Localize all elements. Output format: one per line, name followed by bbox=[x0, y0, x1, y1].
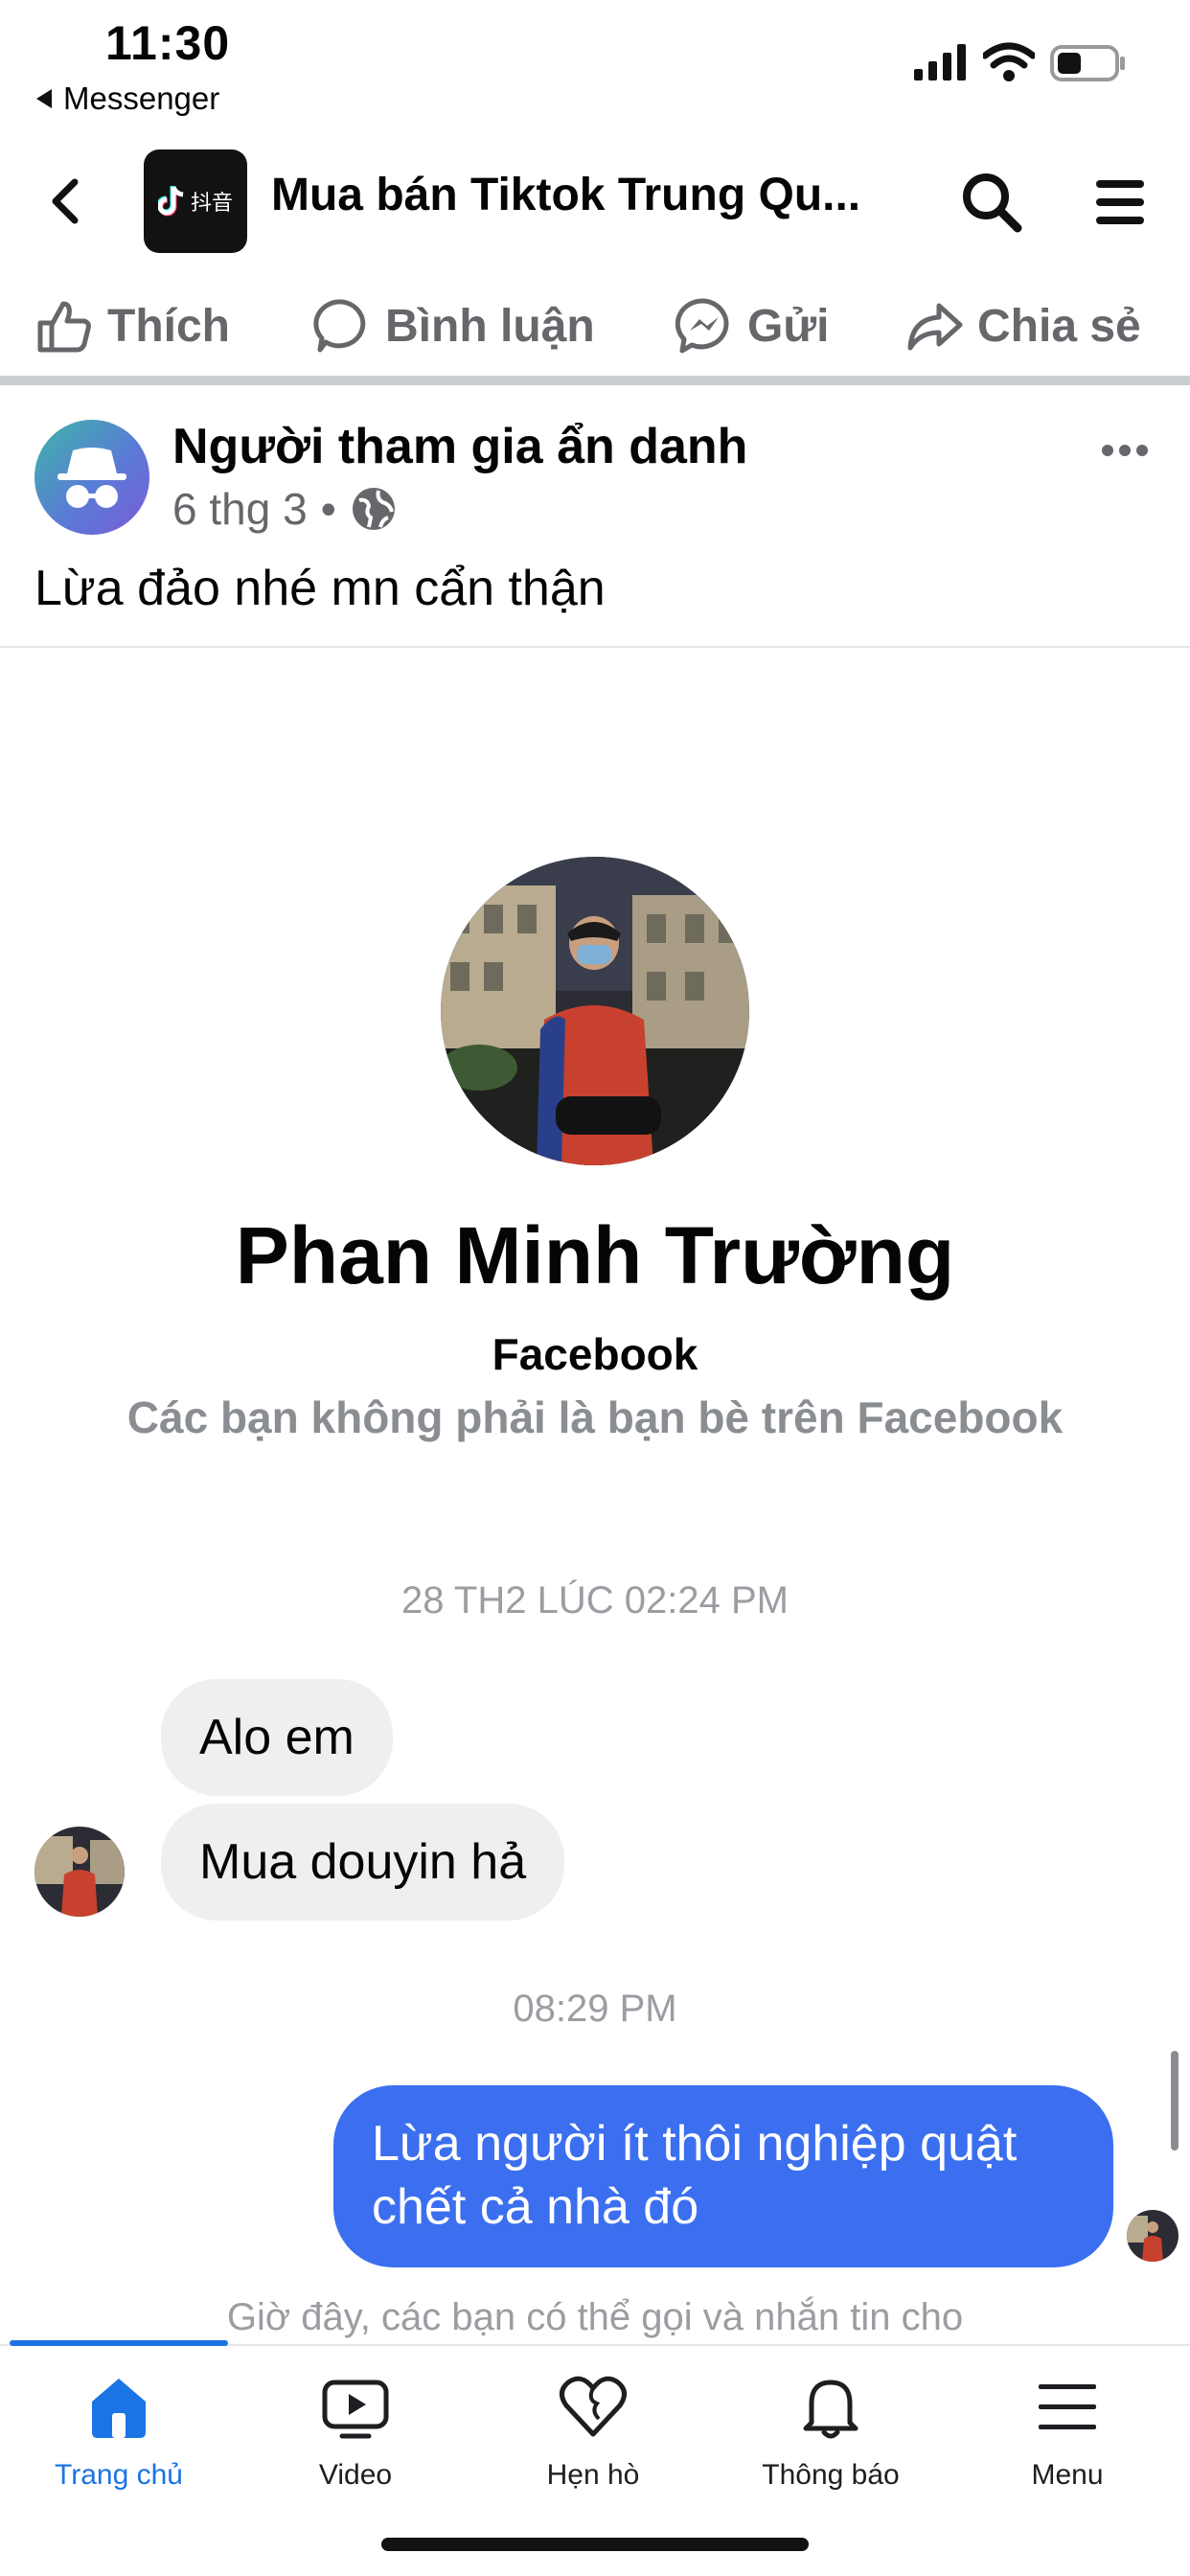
back-chevron-icon[interactable] bbox=[38, 172, 96, 230]
wifi-icon bbox=[983, 42, 1035, 81]
home-icon bbox=[92, 2379, 146, 2438]
thumbs-up-icon bbox=[37, 301, 91, 353]
sender-avatar bbox=[34, 1827, 125, 1917]
post-date[interactable]: 6 thg 3 bbox=[172, 483, 308, 535]
group-title[interactable]: Mua bán Tiktok Trung Qu... bbox=[271, 169, 894, 221]
cellular-signal-icon bbox=[914, 44, 966, 80]
outgoing-message-line: chết cả nhà đó bbox=[372, 2179, 699, 2235]
chat-timestamp: 28 TH2 LÚC 02:24 PM bbox=[401, 1579, 789, 1622]
home-indicator[interactable] bbox=[381, 2538, 809, 2551]
profile-photo bbox=[441, 857, 749, 1165]
status-time: 11:30 bbox=[105, 16, 231, 70]
anonymous-avatar[interactable] bbox=[34, 420, 149, 535]
search-icon[interactable] bbox=[958, 169, 1025, 236]
chat-friend-status: Các bạn không phải là bạn bè trên Facebo… bbox=[126, 1392, 1064, 1442]
post-meta: 6 thg 3 • bbox=[172, 483, 398, 535]
tab-dating-label: Hẹn hò bbox=[546, 2459, 640, 2491]
back-to-messenger-link[interactable]: Messenger bbox=[36, 80, 219, 117]
hamburger-menu-icon[interactable] bbox=[1090, 172, 1150, 232]
facebook-post-screen: 11:30 Messenger 抖音 Mua bán Tiktok Trung … bbox=[0, 0, 1190, 2576]
comment-icon bbox=[313, 299, 366, 353]
post-text: Lừa đảo nhé mn cẩn thận bbox=[34, 561, 606, 616]
group-avatar[interactable]: 抖音 bbox=[144, 150, 247, 253]
share-label: Chia sẻ bbox=[977, 300, 1141, 352]
tab-video[interactable]: Video bbox=[260, 2369, 451, 2513]
comment-button[interactable]: Bình luận bbox=[312, 291, 595, 360]
seen-receipt-avatar bbox=[1127, 2210, 1179, 2262]
tab-home-label: Trang chủ bbox=[55, 2459, 183, 2491]
share-button[interactable]: Chia sẻ bbox=[904, 291, 1141, 360]
tab-dating[interactable]: Hẹn hò bbox=[497, 2369, 689, 2513]
tab-notifications[interactable]: Thông báo bbox=[735, 2369, 927, 2513]
back-to-messenger-label: Messenger bbox=[63, 80, 220, 116]
chat-timestamp: 08:29 PM bbox=[513, 1988, 677, 2030]
like-button[interactable]: Thích bbox=[34, 291, 230, 360]
scrollbar-thumb[interactable] bbox=[1171, 2051, 1179, 2150]
meta-separator: • bbox=[320, 484, 336, 534]
more-options-icon[interactable] bbox=[1100, 431, 1150, 470]
chat-profile-source: Facebook bbox=[492, 1329, 698, 1379]
outgoing-message-line: Lừa người ít thôi nghiệp quật bbox=[372, 2116, 1018, 2172]
send-label: Gửi bbox=[747, 300, 830, 352]
group-header: 抖音 Mua bán Tiktok Trung Qu... bbox=[0, 134, 1190, 268]
tiktok-logo-icon bbox=[157, 186, 184, 217]
tab-menu[interactable]: Menu bbox=[972, 2369, 1163, 2513]
post-actions-bar: Thích Bình luận Gửi Chia sẻ bbox=[0, 278, 1190, 374]
send-button[interactable]: Gửi bbox=[675, 291, 829, 360]
like-label: Thích bbox=[107, 300, 230, 352]
outgoing-message-bubble: Lừa người ít thôi nghiệp quật chết cả nh… bbox=[333, 2085, 1113, 2267]
back-triangle-icon bbox=[36, 89, 52, 108]
tab-video-label: Video bbox=[318, 2459, 393, 2491]
tab-home[interactable]: Trang chủ bbox=[23, 2369, 215, 2513]
incoming-message-bubble: Alo em bbox=[161, 1679, 393, 1796]
tab-menu-label: Menu bbox=[1031, 2459, 1104, 2491]
status-bar: 11:30 Messenger bbox=[0, 0, 1190, 125]
chat-profile-name: Phan Minh Trường bbox=[235, 1210, 955, 1300]
video-icon bbox=[322, 2380, 389, 2439]
comment-label: Bình luận bbox=[385, 300, 595, 352]
incoming-message-bubble: Mua douyin hả bbox=[161, 1804, 565, 1920]
incognito-icon bbox=[57, 448, 126, 508]
menu-icon bbox=[1039, 2384, 1096, 2429]
group-logo-text: 抖音 bbox=[190, 192, 233, 216]
messenger-icon bbox=[675, 298, 729, 354]
post-image-divider bbox=[0, 646, 1190, 648]
battery-icon bbox=[1050, 45, 1125, 81]
section-divider bbox=[0, 376, 1190, 385]
bell-icon bbox=[803, 2380, 858, 2439]
chat-call-note: Giờ đây, các bạn có thể gọi và nhắn tin … bbox=[226, 2296, 964, 2338]
globe-icon bbox=[352, 488, 395, 530]
profile-photo-image bbox=[441, 857, 749, 1165]
share-arrow-icon bbox=[907, 303, 963, 351]
tab-notifications-label: Thông báo bbox=[762, 2459, 900, 2491]
active-tab-indicator bbox=[10, 2340, 228, 2346]
seen-receipt-image bbox=[1127, 2210, 1179, 2262]
dating-heart-icon bbox=[560, 2376, 627, 2437]
sender-avatar-image bbox=[34, 1827, 125, 1917]
post-author-name[interactable]: Người tham gia ẩn danh bbox=[172, 418, 747, 475]
